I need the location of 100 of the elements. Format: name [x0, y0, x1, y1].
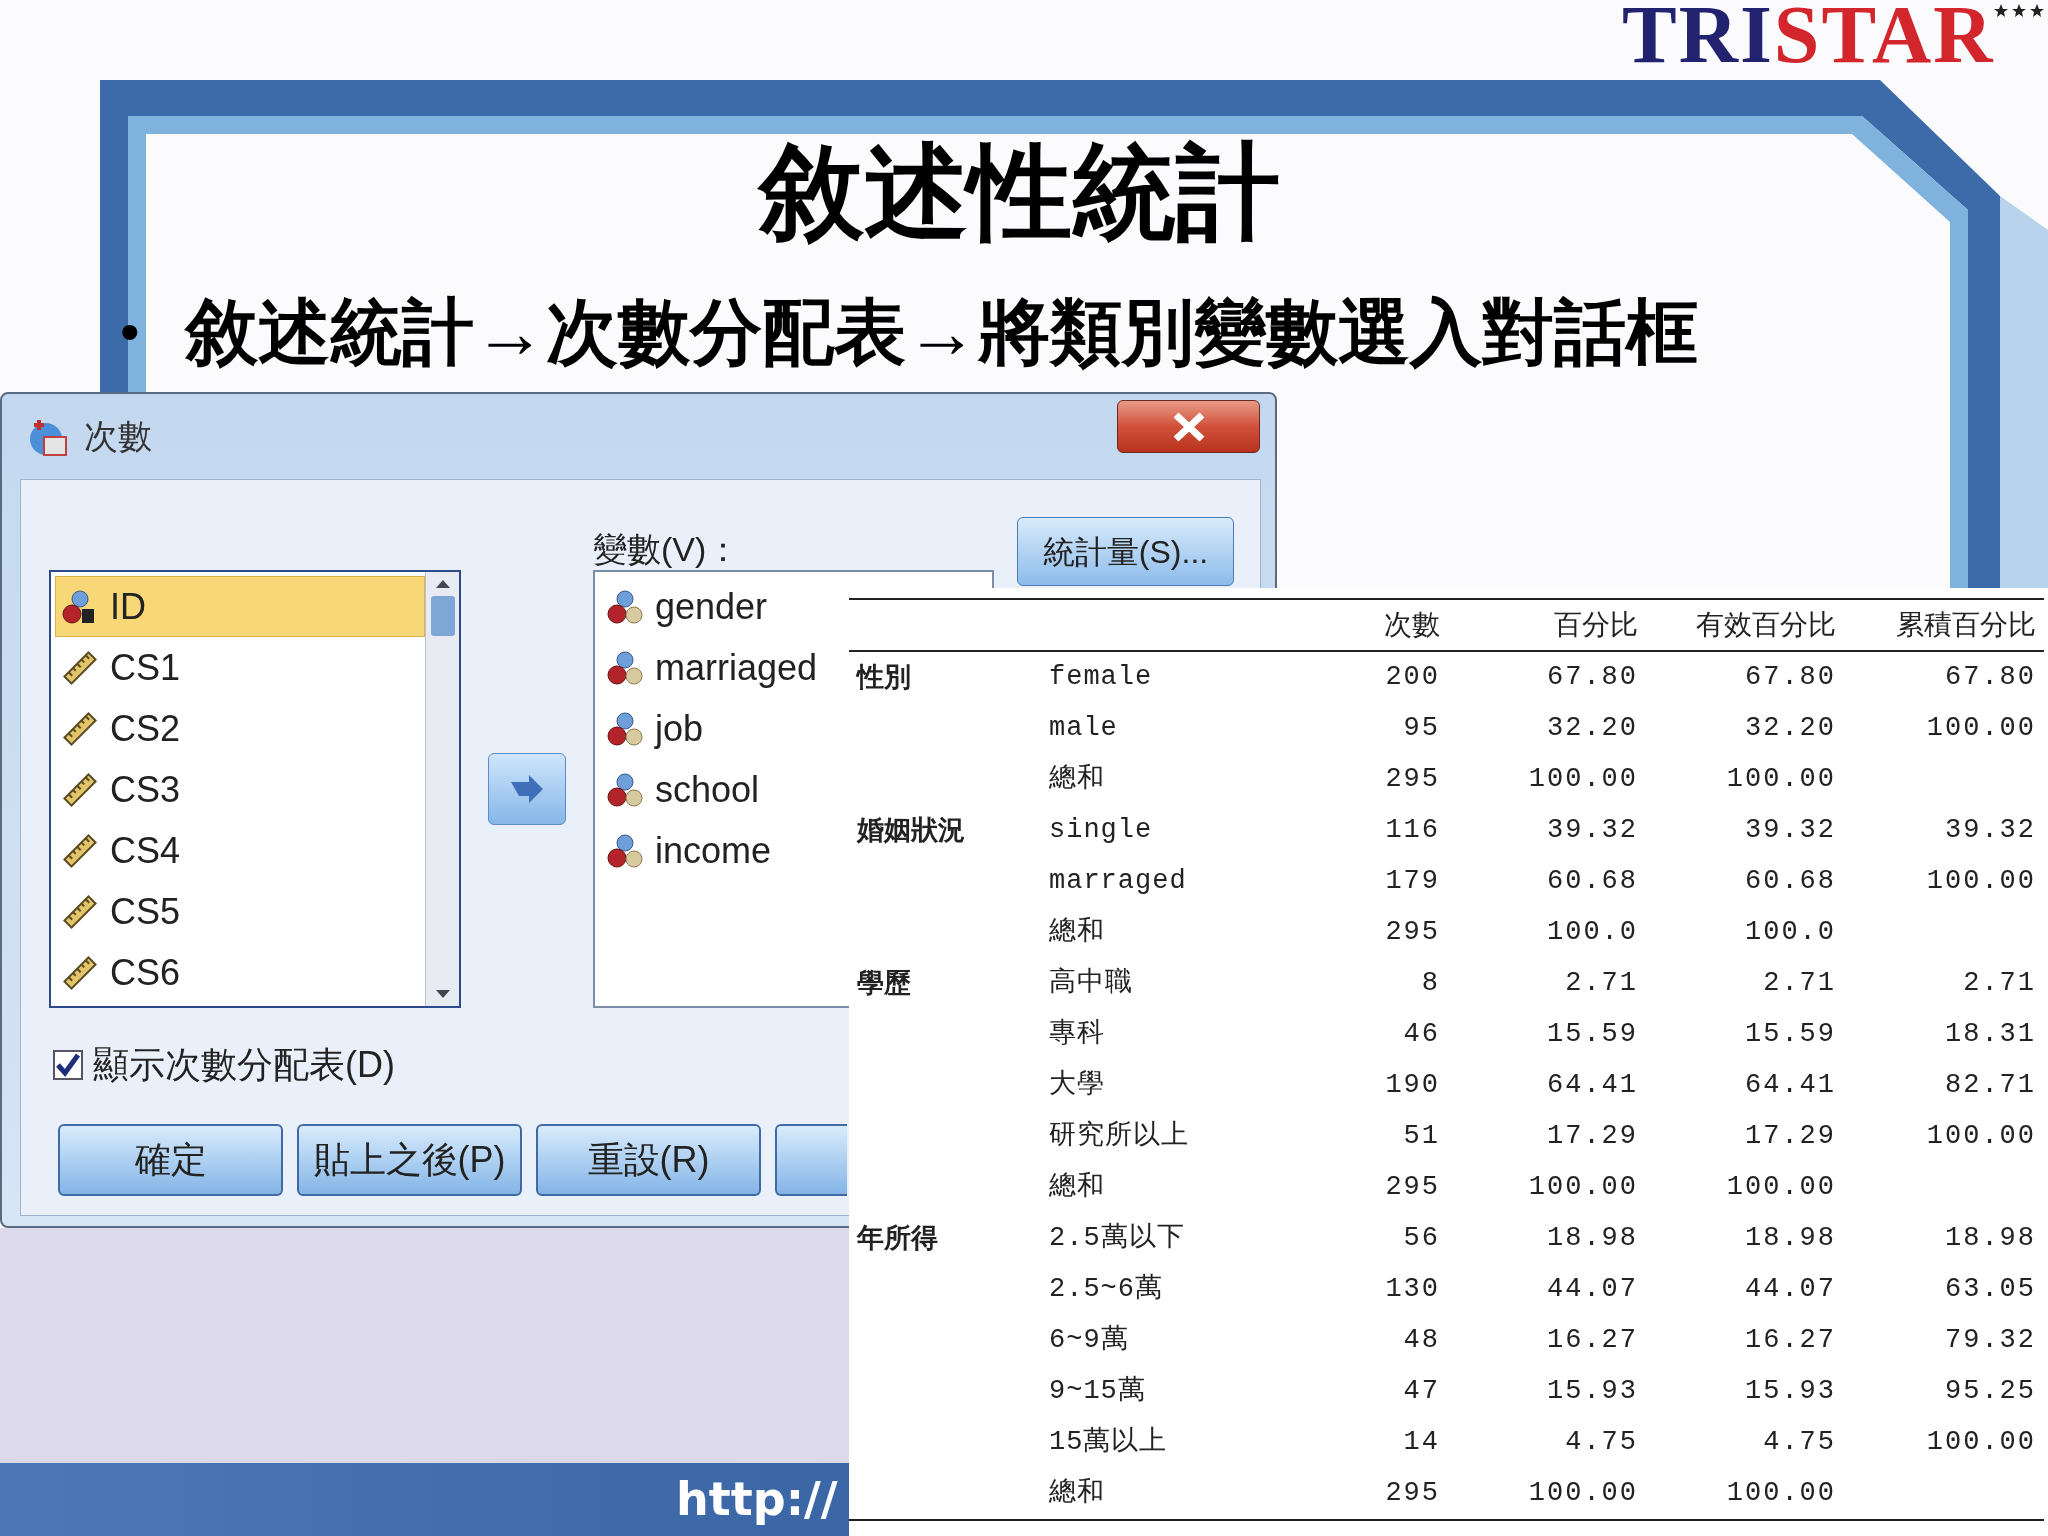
- table-cell-text: 200: [1384, 661, 1441, 695]
- table-cell-text: 15.93: [1546, 1375, 1639, 1409]
- list-item[interactable]: job: [607, 698, 704, 759]
- table-cell-text: 總和: [1049, 1171, 1106, 1205]
- table-cell-text: 179: [1384, 865, 1441, 899]
- table-cell-text: 116: [1384, 814, 1441, 848]
- table-cell-text: 17.29: [1546, 1120, 1639, 1154]
- table-cell-text: 100.00: [1527, 1171, 1639, 1205]
- list-item[interactable]: CS1: [55, 637, 425, 698]
- table-cell-text: marraged: [1049, 865, 1188, 899]
- table-cell-text: 高中職: [1049, 966, 1134, 1001]
- variable-icon: [607, 832, 643, 869]
- table-cell-text: 2.71: [1962, 967, 2037, 1001]
- table-cell-text: 79.32: [1944, 1324, 2037, 1358]
- table-cell-text: 295: [1384, 1171, 1441, 1205]
- table-cell-text: 44.07: [1546, 1273, 1639, 1307]
- table-cell-text: 60.68: [1744, 865, 1837, 899]
- variable-icon: [607, 588, 643, 625]
- table-cell-text: 60.68: [1546, 865, 1639, 899]
- table-cell-text: 2.5~6萬: [1049, 1272, 1164, 1307]
- table-cell-text: male: [1049, 712, 1119, 746]
- table-cell-text: 16.27: [1744, 1324, 1837, 1358]
- table-cell-text: 32.20: [1546, 712, 1639, 746]
- list-item[interactable]: school: [607, 759, 760, 820]
- table-cell-text: 67.80: [1546, 661, 1639, 695]
- table-cell-text: 67.80: [1944, 661, 2037, 695]
- table-cell-text: 39.32: [1546, 814, 1639, 848]
- footer-link[interactable]: http://: [676, 1465, 838, 1534]
- table-cell-text: 8: [1420, 967, 1441, 1001]
- variables-label: 變數(V)：: [593, 532, 741, 566]
- table-cell-text: 51: [1402, 1120, 1441, 1154]
- column-header: 百分比: [1553, 608, 1639, 642]
- table-cell-text: 總和: [1049, 916, 1106, 950]
- close-button[interactable]: [1117, 400, 1260, 453]
- window-title: 次數: [84, 416, 152, 457]
- table-cell-text: 95: [1402, 712, 1441, 746]
- table-cell-text: 100.00: [1925, 712, 2037, 746]
- move-button[interactable]: [488, 753, 566, 825]
- row-group-label: 婚姻狀況: [855, 814, 966, 848]
- table-cell-text: 4.75: [1564, 1426, 1639, 1460]
- dialog-button[interactable]: 確定: [58, 1124, 283, 1196]
- list-item[interactable]: marriaged: [607, 637, 818, 698]
- table-cell-text: 295: [1384, 916, 1441, 950]
- list-item[interactable]: CS2: [55, 698, 425, 759]
- dialog-button[interactable]: 貼上之後(P): [297, 1124, 522, 1196]
- column-header: 次數: [1383, 608, 1441, 642]
- table-cell-text: 18.31: [1944, 1018, 2037, 1052]
- table-cell-text: 100.00: [1925, 865, 2037, 899]
- table-cell-text: 44.07: [1744, 1273, 1837, 1307]
- dialog-button[interactable]: [775, 1124, 847, 1196]
- stars-icon: [1994, 4, 2044, 18]
- statistics-button[interactable]: 統計量(S)...: [1017, 517, 1234, 586]
- variable-icon: [607, 710, 643, 747]
- table-cell-text: 47: [1402, 1375, 1441, 1409]
- table-cell-text: 17.29: [1744, 1120, 1837, 1154]
- table-cell-text: 14: [1402, 1426, 1441, 1460]
- table-cell-text: 100.00: [1725, 1477, 1837, 1511]
- table-cell-text: 48: [1402, 1324, 1441, 1358]
- variable-icon: [607, 649, 643, 686]
- table-cell-text: 295: [1384, 1477, 1441, 1511]
- list-item[interactable]: ID: [55, 576, 425, 637]
- table-cell-text: 18.98: [1744, 1222, 1837, 1256]
- scrollbar[interactable]: [425, 572, 459, 1006]
- variable-icon: [607, 771, 643, 808]
- table-cell-text: 研究所以上: [1049, 1119, 1190, 1154]
- column-header: 累積百分比: [1895, 608, 2037, 642]
- table-cell-text: 100.0: [1744, 916, 1837, 950]
- list-item[interactable]: CS6: [55, 942, 425, 1003]
- table-cell-text: 15萬以上: [1049, 1425, 1169, 1460]
- checkbox-label: 顯示次數分配表(D): [93, 1043, 395, 1087]
- logo: TRISTAR: [1622, 0, 1995, 76]
- table-cell-text: 15.59: [1744, 1018, 1837, 1052]
- list-item[interactable]: CS3: [55, 759, 425, 820]
- table-cell-text: 95.25: [1944, 1375, 2037, 1409]
- dialog-button[interactable]: 重設(R): [536, 1124, 761, 1196]
- table-cell-text: 大學: [1049, 1068, 1106, 1103]
- table-cell-text: 100.00: [1527, 1477, 1639, 1511]
- table-cell-text: 16.27: [1546, 1324, 1639, 1358]
- slide-title: 敘述性統計: [0, 140, 2040, 244]
- table-cell-text: 15.59: [1546, 1018, 1639, 1052]
- table-cell-text: 63.05: [1944, 1273, 2037, 1307]
- table-cell-text: 46: [1402, 1018, 1441, 1052]
- list-item[interactable]: CS5: [55, 881, 425, 942]
- row-group-label: 性別: [855, 661, 912, 695]
- table-cell-text: 82.71: [1944, 1069, 2037, 1103]
- table-cell-text: 6~9萬: [1049, 1323, 1130, 1358]
- table-cell-text: 專科: [1049, 1017, 1106, 1052]
- table-cell-text: 9~15萬: [1049, 1374, 1147, 1409]
- list-item[interactable]: income: [607, 820, 772, 881]
- table-cell-text: 100.00: [1925, 1426, 2037, 1460]
- table-cell-text: 100.00: [1725, 1171, 1837, 1205]
- table-cell-text: 總和: [1049, 1477, 1106, 1511]
- table-cell-text: 4.75: [1762, 1426, 1837, 1460]
- table-cell-text: 2.5萬以下: [1049, 1221, 1186, 1256]
- table-cell-text: 295: [1384, 763, 1441, 797]
- list-item[interactable]: CS4: [55, 820, 425, 881]
- table-cell-text: 39.32: [1944, 814, 2037, 848]
- checkbox[interactable]: [53, 1050, 83, 1080]
- scroll-thumb[interactable]: [430, 596, 455, 636]
- list-item[interactable]: gender: [607, 576, 768, 637]
